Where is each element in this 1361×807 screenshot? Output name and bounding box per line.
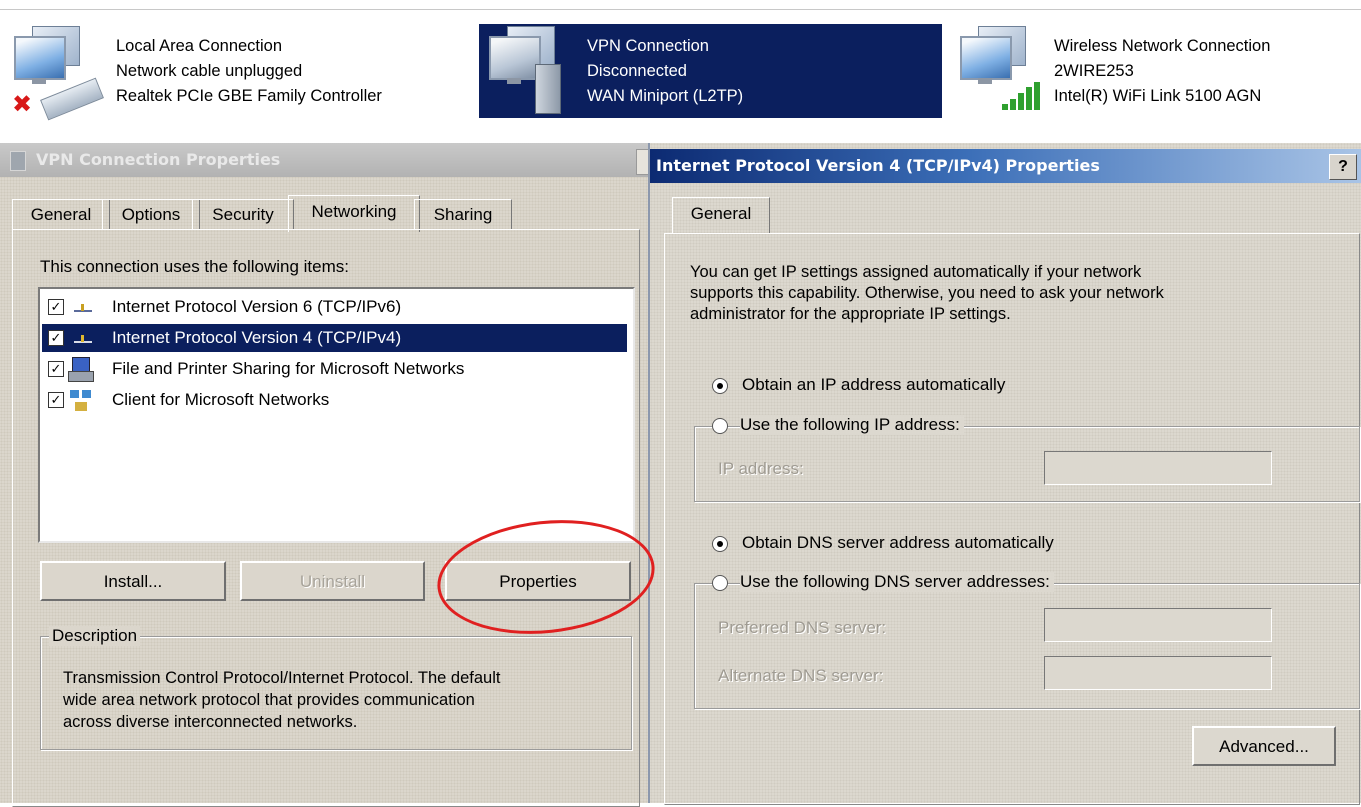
connection-device: Realtek PCIe GBE Family Controller: [116, 87, 382, 105]
signal-bars-icon: [1002, 82, 1048, 110]
list-item-selected[interactable]: ✓ Internet Protocol Version 4 (TCP/IPv4): [42, 324, 627, 352]
network-computer-icon: [956, 26, 1028, 88]
preferred-dns-label: Preferred DNS server:: [718, 618, 887, 637]
ip-address-field[interactable]: [1044, 451, 1272, 485]
obtain-dns-label: Obtain DNS server address automatically: [742, 533, 1054, 552]
intro-text: You can get IP settings assigned automat…: [690, 262, 1164, 325]
connection-device: WAN Miniport (L2TP): [587, 87, 744, 105]
tab-sharing[interactable]: Sharing: [414, 199, 512, 230]
network-computer-icon: [10, 26, 82, 88]
use-dns-radio[interactable]: [712, 575, 728, 591]
connection-name: Wireless Network Connection: [1054, 37, 1271, 55]
items-label: This connection uses the following items…: [40, 257, 349, 276]
connection-device: Intel(R) WiFi Link 5100 AGN: [1054, 87, 1262, 105]
list-item[interactable]: ✓ File and Printer Sharing for Microsoft…: [42, 355, 627, 383]
list-item[interactable]: ✓ Internet Protocol Version 6 (TCP/IPv6): [42, 293, 627, 321]
description-text: Transmission Control Protocol/Internet P…: [63, 667, 500, 733]
static-dns-group: [694, 583, 1360, 709]
red-x-icon: ✖: [12, 91, 33, 118]
use-ip-label: Use the following IP address:: [740, 415, 964, 435]
connection-status: 2WIRE253: [1054, 62, 1134, 80]
connection-local-area[interactable]: ✖ Local Area Connection Network cable un…: [8, 24, 448, 121]
window-icon: [10, 151, 26, 171]
alternate-dns-label: Alternate DNS server:: [718, 666, 884, 685]
description-line: wide area network protocol that provides…: [63, 691, 475, 709]
preferred-dns-field[interactable]: [1044, 608, 1272, 642]
description-group: Description Transmission Control Protoco…: [40, 626, 632, 750]
connection-status: Network cable unplugged: [116, 62, 303, 80]
ipv4-properties-titlebar[interactable]: Internet Protocol Version 4 (TCP/IPv4) P…: [650, 149, 1361, 183]
checkbox[interactable]: ✓: [48, 361, 64, 377]
item-label: Client for Microsoft Networks: [112, 390, 330, 409]
item-label: Internet Protocol Version 6 (TCP/IPv6): [112, 297, 402, 316]
tab-security[interactable]: Security: [192, 199, 294, 230]
tab-networking[interactable]: Networking: [288, 195, 420, 232]
connection-status: Disconnected: [587, 62, 687, 80]
ipv4-properties-window: Internet Protocol Version 4 (TCP/IPv4) P…: [648, 143, 1361, 805]
connection-vpn[interactable]: VPN Connection Disconnected WAN Miniport…: [479, 24, 942, 118]
intro-line: supports this capability. Otherwise, you…: [690, 284, 1164, 302]
description-line: Transmission Control Protocol/Internet P…: [63, 669, 501, 687]
checkbox[interactable]: ✓: [48, 299, 64, 315]
network-client-icon: [70, 390, 94, 412]
alternate-dns-field[interactable]: [1044, 656, 1272, 690]
checkbox[interactable]: ✓: [48, 392, 64, 408]
connection-wireless[interactable]: Wireless Network Connection 2WIRE253 Int…: [946, 24, 1361, 118]
obtain-dns-radio[interactable]: [712, 536, 728, 552]
top-divider: [0, 9, 1361, 10]
obtain-ip-label: Obtain an IP address automatically: [742, 375, 1006, 394]
tab-options[interactable]: Options: [102, 199, 200, 230]
intro-line: administrator for the appropriate IP set…: [690, 305, 1011, 323]
help-button[interactable]: ?: [1329, 154, 1357, 180]
printer-computer-icon: [68, 357, 94, 382]
advanced-button[interactable]: Advanced...: [1192, 726, 1336, 766]
install-button[interactable]: Install...: [40, 561, 226, 601]
item-label: Internet Protocol Version 4 (TCP/IPv4): [112, 328, 402, 347]
use-dns-label: Use the following DNS server addresses:: [740, 572, 1054, 592]
server-tower-icon: [535, 64, 561, 114]
components-list[interactable]: ✓ Internet Protocol Version 6 (TCP/IPv6)…: [38, 287, 635, 543]
connection-name: VPN Connection: [587, 37, 709, 55]
window-title: VPN Connection Properties: [36, 150, 281, 169]
uninstall-button[interactable]: Uninstall: [240, 561, 425, 601]
description-label: Description: [49, 626, 141, 646]
vpn-properties-titlebar[interactable]: VPN Connection Properties: [0, 143, 648, 177]
window-title: Internet Protocol Version 4 (TCP/IPv4) P…: [656, 156, 1100, 175]
protocol-icon: [72, 298, 92, 316]
list-item[interactable]: ✓ Client for Microsoft Networks: [42, 386, 627, 414]
ip-address-label: IP address:: [718, 459, 804, 478]
intro-line: You can get IP settings assigned automat…: [690, 263, 1142, 281]
protocol-icon: [72, 329, 92, 347]
description-line: across diverse interconnected networks.: [63, 713, 358, 731]
vpn-properties-window: VPN Connection Properties General Option…: [0, 143, 650, 807]
checkbox[interactable]: ✓: [48, 330, 64, 346]
item-label: File and Printer Sharing for Microsoft N…: [112, 359, 465, 378]
connection-name: Local Area Connection: [116, 37, 283, 55]
tab-general[interactable]: General: [12, 199, 110, 230]
use-ip-radio[interactable]: [712, 418, 728, 434]
obtain-ip-radio[interactable]: [712, 378, 728, 394]
tab-general[interactable]: General: [672, 197, 770, 234]
